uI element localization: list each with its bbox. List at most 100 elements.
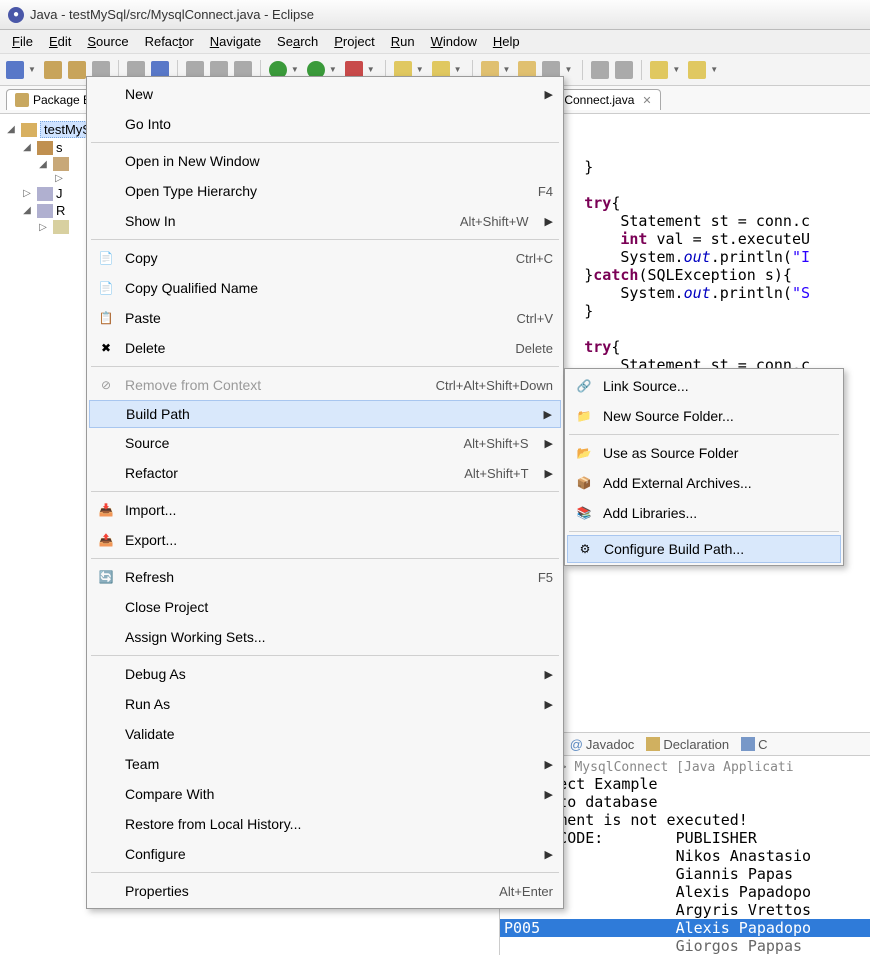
blank-icon xyxy=(97,464,115,482)
menu-item-team[interactable]: Team ▶ xyxy=(89,749,561,779)
tab-console[interactable]: C xyxy=(741,737,767,752)
menu-item-copy[interactable]: 📄CopyCtrl+C xyxy=(89,243,561,273)
menu-item-build-path[interactable]: Build Path ▶ xyxy=(89,400,561,428)
saveall-icon[interactable] xyxy=(68,61,86,79)
menu-label: Delete xyxy=(125,340,493,356)
nav2-icon[interactable] xyxy=(615,61,633,79)
menu-item-assign-working-sets-[interactable]: Assign Working Sets... xyxy=(89,622,561,652)
menu-accelerator: Ctrl+Alt+Shift+Down xyxy=(436,378,553,393)
menu-item-close-project[interactable]: Close Project xyxy=(89,592,561,622)
fwd-icon[interactable] xyxy=(688,61,706,79)
menu-window[interactable]: Window xyxy=(423,32,485,51)
copy-icon: 📄 xyxy=(97,249,115,267)
menu-item-properties[interactable]: PropertiesAlt+Enter xyxy=(89,876,561,906)
menu-help[interactable]: Help xyxy=(485,32,528,51)
menu-run[interactable]: Run xyxy=(383,32,423,51)
src-node[interactable]: s xyxy=(56,140,63,155)
submenu-item-new-source-folder-[interactable]: 📁New Source Folder... xyxy=(567,401,841,431)
import-icon: 📥 xyxy=(97,501,115,519)
menu-accelerator: Alt+Shift+T xyxy=(464,466,528,481)
menu-item-run-as[interactable]: Run As▶ xyxy=(89,689,561,719)
submenu-arrow-icon: ▶ xyxy=(545,215,553,228)
submenu-item-use-as-source-folder[interactable]: 📂Use as Source Folder xyxy=(567,438,841,468)
menu-refactor[interactable]: Refactor xyxy=(137,32,202,51)
menu-item-validate[interactable]: Validate xyxy=(89,719,561,749)
save-icon[interactable] xyxy=(44,61,62,79)
submenu-arrow-icon: ▶ xyxy=(545,788,553,801)
menu-label: Team xyxy=(125,756,529,772)
menu-item-show-in[interactable]: Show InAlt+Shift+W▶ xyxy=(89,206,561,236)
menu-item-configure[interactable]: Configure▶ xyxy=(89,839,561,869)
menu-item-refactor[interactable]: RefactorAlt+Shift+T▶ xyxy=(89,458,561,488)
menu-search[interactable]: Search xyxy=(269,32,326,51)
blank-icon xyxy=(97,845,115,863)
blank-icon xyxy=(97,598,115,616)
menu-item-open-type-hierarchy[interactable]: Open Type HierarchyF4 xyxy=(89,176,561,206)
menu-label: Refresh xyxy=(125,569,516,585)
tab-declaration[interactable]: Declaration xyxy=(646,737,729,752)
submenu-item-link-source-[interactable]: 🔗Link Source... xyxy=(567,371,841,401)
menu-project[interactable]: Project xyxy=(326,32,382,51)
menu-item-refresh[interactable]: 🔄RefreshF5 xyxy=(89,562,561,592)
blank-icon xyxy=(97,434,115,452)
addext-icon: 📦 xyxy=(575,474,593,492)
menu-label: Configure Build Path... xyxy=(604,541,832,557)
menu-item-source[interactable]: Source Alt+Shift+S ▶ xyxy=(89,428,561,458)
jre-node[interactable]: J xyxy=(56,186,63,201)
menu-label: Source xyxy=(125,435,441,451)
nav-icon[interactable] xyxy=(591,61,609,79)
menu-item-paste[interactable]: 📋PasteCtrl+V xyxy=(89,303,561,333)
blank-icon xyxy=(97,725,115,743)
submenu-arrow-icon: ▶ xyxy=(545,698,553,711)
menu-item-compare-with[interactable]: Compare With ▶ xyxy=(89,779,561,809)
menu-label: Copy Qualified Name xyxy=(125,280,553,296)
menu-source[interactable]: Source xyxy=(79,32,136,51)
jre-icon xyxy=(37,187,53,201)
menu-label: Remove from Context xyxy=(125,377,414,393)
new-icon[interactable] xyxy=(6,61,24,79)
submenu-arrow-icon: ▶ xyxy=(545,437,553,450)
eclipse-icon: ● xyxy=(8,7,24,23)
menu-item-debug-as[interactable]: Debug As▶ xyxy=(89,659,561,689)
submenu-arrow-icon: ▶ xyxy=(544,408,552,421)
console-line-selected: P005 Alexis Papadopo xyxy=(500,919,870,937)
submenu-item-add-external-archives-[interactable]: 📦Add External Archives... xyxy=(567,468,841,498)
menu-accelerator: Alt+Enter xyxy=(499,884,553,899)
menu-item-open-in-new-window[interactable]: Open in New Window xyxy=(89,146,561,176)
project-icon xyxy=(21,123,37,137)
menu-label: Copy xyxy=(125,250,494,266)
menu-label: Show In xyxy=(125,213,438,229)
blank-icon xyxy=(97,815,115,833)
menu-navigate[interactable]: Navigate xyxy=(202,32,269,51)
paste-icon: 📋 xyxy=(97,309,115,327)
delete-icon: ✖ xyxy=(97,339,115,357)
submenu-arrow-icon: ▶ xyxy=(545,758,553,771)
menu-item-export-[interactable]: 📤Export... xyxy=(89,525,561,555)
build-path-submenu: 🔗Link Source...📁New Source Folder... 📂Use… xyxy=(564,368,844,566)
menu-edit[interactable]: Edit xyxy=(41,32,79,51)
menu-label: Go Into xyxy=(125,116,553,132)
menu-item-go-into[interactable]: Go Into xyxy=(89,109,561,139)
menu-item-new[interactable]: New▶ xyxy=(89,79,561,109)
submenu-arrow-icon: ▶ xyxy=(545,668,553,681)
back-icon[interactable] xyxy=(650,61,668,79)
menu-item-remove-from-context[interactable]: ⊘Remove from ContextCtrl+Alt+Shift+Down xyxy=(89,370,561,400)
menu-accelerator: F4 xyxy=(538,184,553,199)
menu-label: Build Path xyxy=(126,406,528,422)
menu-accelerator: Alt+Shift+S xyxy=(463,436,528,451)
menu-label: Import... xyxy=(125,502,553,518)
menu-item-copy-qualified-name[interactable]: 📄Copy Qualified Name xyxy=(89,273,561,303)
blank-icon xyxy=(97,152,115,170)
console-line: Giorgos Pappas xyxy=(500,937,870,955)
menu-file[interactable]: File xyxy=(4,32,41,51)
menu-label: Add Libraries... xyxy=(603,505,833,521)
menu-item-import-[interactable]: 📥 Import... xyxy=(89,495,561,525)
menu-item-restore-from-local-history-[interactable]: Restore from Local History... xyxy=(89,809,561,839)
tab-javadoc[interactable]: @Javadoc xyxy=(570,737,635,752)
refs-node[interactable]: R xyxy=(56,203,65,218)
menu-item-delete[interactable]: ✖DeleteDelete xyxy=(89,333,561,363)
menu-label: Compare With xyxy=(125,786,529,802)
submenu-item-configure-build-path-[interactable]: ⚙Configure Build Path... xyxy=(567,535,841,563)
submenu-item-add-libraries-[interactable]: 📚Add Libraries... xyxy=(567,498,841,528)
close-icon[interactable]: ✕ xyxy=(642,94,651,107)
